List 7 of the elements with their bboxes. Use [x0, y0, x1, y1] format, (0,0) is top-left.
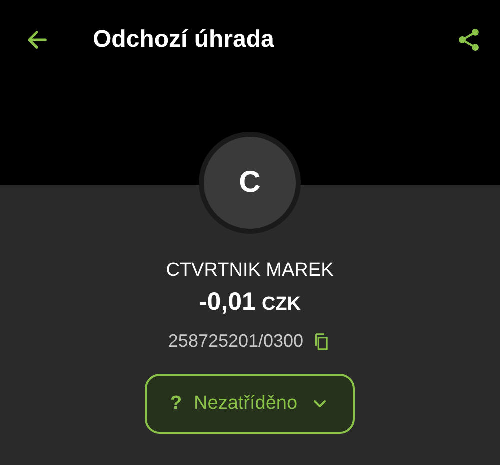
currency: CZK — [262, 294, 302, 316]
account-number: 258725201/0300 — [168, 331, 304, 352]
counterparty-name: CTVRTNIK MAREK — [166, 260, 334, 282]
amount: -0,01 — [198, 288, 256, 317]
screen-title: Odchozí úhrada — [93, 26, 276, 54]
share-icon[interactable] — [456, 27, 482, 53]
category-button[interactable]: ? Nezatříděno — [145, 374, 355, 434]
